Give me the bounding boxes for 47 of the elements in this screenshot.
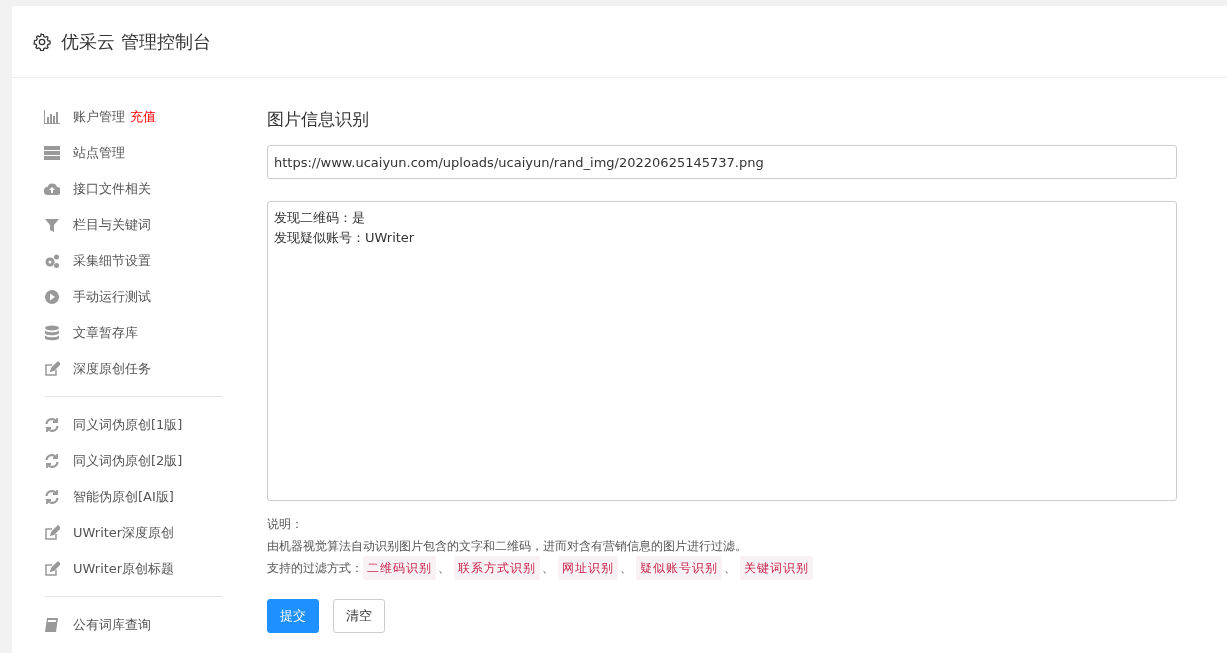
sidebar-item[interactable]: UWriter深度原创 xyxy=(32,515,175,551)
refresh-icon xyxy=(44,417,60,433)
play-icon xyxy=(44,289,60,305)
filter-icon xyxy=(44,217,60,233)
cloud-upload-icon xyxy=(44,181,60,197)
refresh-icon xyxy=(44,453,60,469)
sidebar-item[interactable]: 深度原创任务 xyxy=(32,351,151,387)
sidebar-item[interactable]: 采集细节设置 xyxy=(32,243,151,279)
sidebar-item[interactable]: 同义词伪原创[1版] xyxy=(32,407,183,443)
filter-tag: 关键词识别 xyxy=(740,556,813,580)
filter-tag: 联系方式识别 xyxy=(454,556,540,580)
edit-icon xyxy=(44,561,60,577)
edit-icon xyxy=(44,525,60,541)
sidebar-item[interactable]: 账户管理 充值 xyxy=(32,99,156,135)
result-box[interactable]: 发现二维码：是 发现疑似账号：UWriter xyxy=(267,201,1177,501)
database-icon xyxy=(44,325,60,341)
sidebar-item[interactable]: 栏目与关键词 xyxy=(32,207,151,243)
recharge-link[interactable]: 充值 xyxy=(130,108,156,126)
note-title: 说明： xyxy=(267,516,304,533)
section-heading: 图片信息识别 xyxy=(267,108,370,131)
separator: 、 xyxy=(542,560,554,577)
settings-icon xyxy=(33,32,51,51)
sidebar-item[interactable]: 手动运行测试 xyxy=(32,279,151,315)
edit-icon xyxy=(44,361,60,377)
sidebar-item[interactable]: 接口文件相关 xyxy=(32,171,151,207)
sidebar-item[interactable]: 智能伪原创[AI版] xyxy=(32,479,174,515)
gears-icon xyxy=(44,253,60,269)
bar-chart-icon xyxy=(44,109,60,125)
filter-tag: 二维码识别 xyxy=(363,556,436,580)
refresh-icon xyxy=(44,489,60,505)
sidebar-item[interactable]: 站点管理 xyxy=(32,135,125,171)
console-title: 优采云 管理控制台 xyxy=(61,29,211,54)
book-icon xyxy=(44,617,60,633)
sidebar-item[interactable]: UWriter原创标题 xyxy=(32,551,175,587)
sidebar-item[interactable]: 同义词伪原创[2版] xyxy=(32,443,183,479)
separator: 、 xyxy=(438,560,450,577)
sidebar-item[interactable]: 公有词库查询 xyxy=(32,607,151,643)
server-icon xyxy=(44,145,60,161)
filter-tag: 疑似账号识别 xyxy=(636,556,722,580)
note-text: 由机器视觉算法自动识别图片包含的文字和二维码，进而对含有营销信息的图片进行过滤。 xyxy=(267,538,748,555)
separator: 、 xyxy=(724,560,736,577)
clear-button[interactable]: 清空 xyxy=(333,599,385,633)
filters-label: 支持的过滤方式： xyxy=(267,560,363,577)
sidebar-item[interactable]: 文章暂存库 xyxy=(32,315,138,351)
filter-tag: 网址识别 xyxy=(558,556,618,580)
url-field[interactable]: https://www.ucaiyun.com/uploads/ucaiyun/rand_img/20220625145737.png xyxy=(267,145,1177,179)
separator: 、 xyxy=(620,560,632,577)
